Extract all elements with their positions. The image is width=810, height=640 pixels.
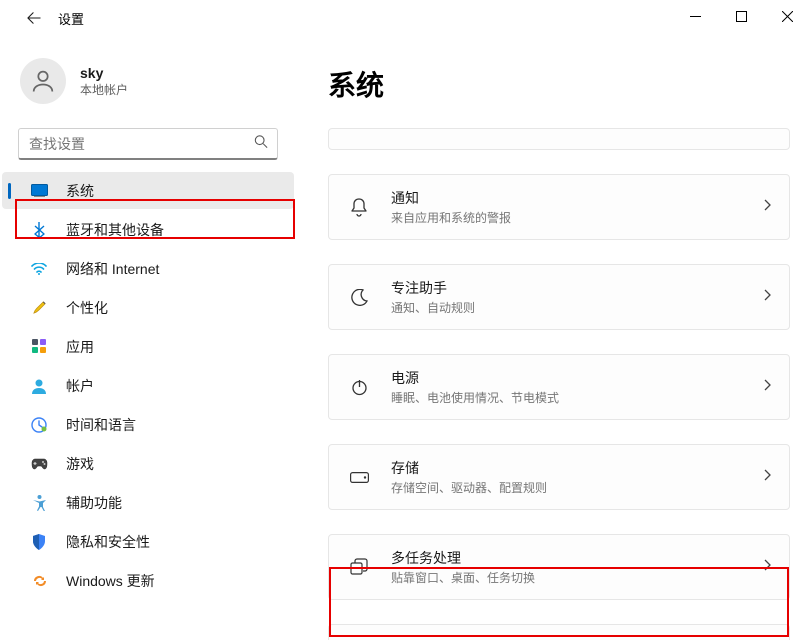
close-icon	[782, 11, 793, 22]
card-focus-assist[interactable]: 专注助手 通知、自动规则	[328, 264, 790, 330]
apps-icon	[30, 338, 48, 356]
power-icon	[347, 375, 371, 399]
game-icon	[30, 455, 48, 473]
window-buttons	[672, 0, 810, 32]
clock-icon	[30, 416, 48, 434]
nav-privacy[interactable]: 隐私和安全性	[2, 523, 294, 560]
shield-icon	[30, 533, 48, 551]
system-icon	[30, 182, 48, 200]
nav-label: 帐户	[66, 376, 94, 396]
nav-personalize[interactable]: 个性化	[2, 289, 294, 326]
nav-label: 蓝牙和其他设备	[66, 220, 164, 240]
nav-list: 系统 蓝牙和其他设备 网络和 Internet 个性化 应用 帐户	[2, 172, 294, 599]
wifi-icon	[30, 260, 48, 278]
drive-icon	[347, 465, 371, 489]
card-title: 多任务处理	[391, 548, 755, 568]
user-info: sky 本地帐户	[80, 65, 128, 98]
nav-gaming[interactable]: 游戏	[2, 445, 294, 482]
card-title: 通知	[391, 188, 755, 208]
nav-accounts[interactable]: 帐户	[2, 367, 294, 404]
chevron-right-icon	[763, 558, 771, 576]
nav-update[interactable]: Windows 更新	[2, 562, 294, 599]
sidebar: sky 本地帐户 系统 蓝牙和其他设备 网络和 Internet	[0, 36, 296, 640]
nav-system[interactable]: 系统	[2, 172, 294, 209]
chevron-right-icon	[763, 468, 771, 486]
multitask-icon	[347, 555, 371, 579]
moon-icon	[347, 285, 371, 309]
card-desc: 通知、自动规则	[391, 299, 755, 316]
nav-label: 时间和语言	[66, 415, 136, 435]
card-desc: 贴靠窗口、桌面、任务切换	[391, 569, 755, 586]
card-activation[interactable]: 激活 激活状态、订阅、产品密钥	[328, 624, 790, 640]
page-title: 系统	[328, 64, 790, 104]
search-box[interactable]	[18, 128, 278, 160]
nav-label: 网络和 Internet	[66, 259, 159, 279]
window-title: 设置	[58, 9, 84, 28]
nav-accessibility[interactable]: 辅助功能	[2, 484, 294, 521]
nav-bluetooth[interactable]: 蓝牙和其他设备	[2, 211, 294, 248]
nav-time[interactable]: 时间和语言	[2, 406, 294, 443]
nav-apps[interactable]: 应用	[2, 328, 294, 365]
card-notifications[interactable]: 通知 来自应用和系统的警报	[328, 174, 790, 240]
nav-label: 个性化	[66, 298, 108, 318]
card-desc: 存储空间、驱动器、配置规则	[391, 479, 755, 496]
nav-label: 隐私和安全性	[66, 532, 150, 552]
back-button[interactable]	[18, 2, 50, 34]
brush-icon	[30, 299, 48, 317]
nav-label: 游戏	[66, 454, 94, 474]
card-title: 存储	[391, 458, 755, 478]
card-multitasking[interactable]: 多任务处理 贴靠窗口、桌面、任务切换	[328, 534, 790, 600]
bell-icon	[347, 195, 371, 219]
nav-label: 辅助功能	[66, 493, 122, 513]
card-desc: 来自应用和系统的警报	[391, 209, 755, 226]
search-icon	[254, 135, 268, 154]
card-desc: 睡眠、电池使用情况、节电模式	[391, 389, 755, 406]
nav-network[interactable]: 网络和 Internet	[2, 250, 294, 287]
user-block[interactable]: sky 本地帐户	[18, 44, 278, 124]
avatar	[20, 58, 66, 104]
chevron-right-icon	[763, 288, 771, 306]
card-storage[interactable]: 存储 存储空间、驱动器、配置规则	[328, 444, 790, 510]
nav-label: 系统	[66, 181, 94, 201]
search-input[interactable]	[18, 128, 278, 160]
username: sky	[80, 65, 128, 81]
person-icon	[29, 67, 57, 95]
maximize-icon	[736, 11, 747, 22]
account-icon	[30, 377, 48, 395]
bluetooth-icon	[30, 221, 48, 239]
close-button[interactable]	[764, 0, 810, 32]
main-panel: 系统 通知 来自应用和系统的警报 专注助手 通知、自动规则	[296, 36, 810, 640]
nav-label: 应用	[66, 337, 94, 357]
maximize-button[interactable]	[718, 0, 764, 32]
update-icon	[30, 572, 48, 590]
account-type: 本地帐户	[80, 81, 128, 98]
nav-label: Windows 更新	[66, 571, 155, 591]
chevron-right-icon	[763, 198, 771, 216]
minimize-icon	[690, 11, 701, 22]
minimize-button[interactable]	[672, 0, 718, 32]
card-placeholder[interactable]	[328, 128, 790, 150]
card-power[interactable]: 电源 睡眠、电池使用情况、节电模式	[328, 354, 790, 420]
card-title: 专注助手	[391, 278, 755, 298]
card-title: 电源	[391, 368, 755, 388]
accessibility-icon	[30, 494, 48, 512]
arrow-left-icon	[27, 11, 41, 25]
chevron-right-icon	[763, 378, 771, 396]
